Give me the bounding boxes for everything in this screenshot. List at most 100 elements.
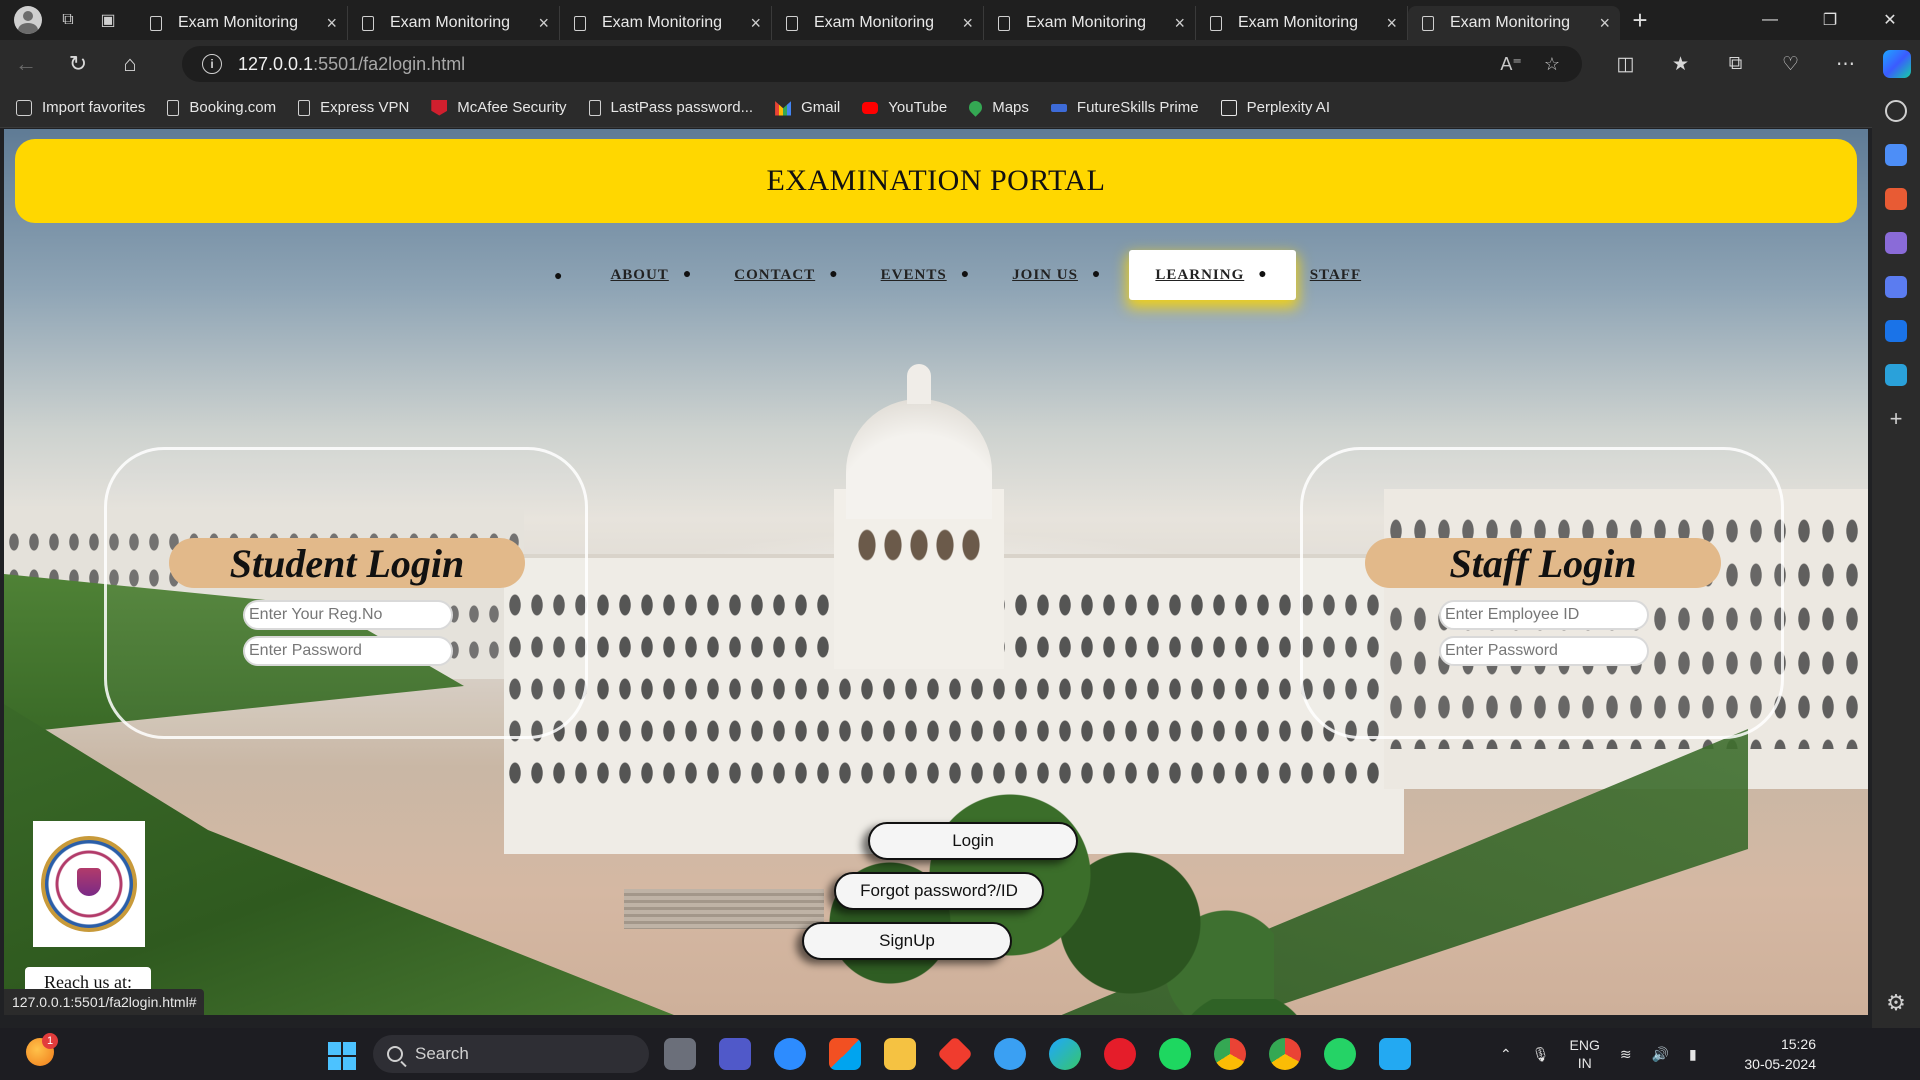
new-tab-button[interactable]: +: [1620, 0, 1660, 40]
chevron-up-icon[interactable]: ⌃: [1500, 1046, 1512, 1063]
signup-button[interactable]: SignUp: [802, 922, 1012, 960]
nav-item-about[interactable]: ABOUT ●: [596, 250, 720, 300]
nav-item-contact[interactable]: CONTACT ●: [720, 250, 866, 300]
browser-tab[interactable]: Exam Monitoring ×: [984, 6, 1196, 40]
taskbar-search-label: Search: [415, 1044, 469, 1063]
home-icon[interactable]: ⌂: [104, 44, 156, 84]
profile-avatar-icon[interactable]: [14, 6, 42, 34]
tab-title: Exam Monitoring: [1238, 14, 1359, 31]
fav-booking[interactable]: Booking.com: [167, 99, 276, 116]
battery-icon[interactable]: ▮: [1689, 1046, 1697, 1063]
whatsapp-icon[interactable]: [1324, 1038, 1356, 1070]
forgot-password-button[interactable]: Forgot password?/ID: [834, 872, 1044, 910]
nav-item-join-us[interactable]: JOIN US ●: [998, 250, 1129, 300]
nav-bullet: ●: [554, 267, 563, 283]
read-aloud-icon[interactable]: A⁼: [1500, 54, 1522, 75]
taskbar-search[interactable]: Search: [373, 1035, 649, 1073]
student-reg-no-input[interactable]: [243, 600, 453, 630]
youtube-icon: [862, 101, 879, 114]
sidebar-shopping-icon[interactable]: [1885, 144, 1907, 166]
staff-password-input[interactable]: [1439, 636, 1649, 666]
browser-tab[interactable]: Exam Monitoring ×: [136, 6, 348, 40]
fav-futureskills[interactable]: FutureSkills Prime: [1050, 99, 1199, 116]
copilot-icon[interactable]: [1883, 50, 1911, 78]
close-tab-icon[interactable]: ×: [538, 13, 549, 34]
tab-title: Exam Monitoring: [1450, 14, 1571, 31]
fav-import[interactable]: Import favorites: [16, 99, 145, 116]
close-tab-icon[interactable]: ×: [1174, 13, 1185, 34]
wifi-icon[interactable]: ≋: [1620, 1046, 1632, 1063]
sidebar-telegram-icon[interactable]: [1885, 364, 1907, 386]
close-tab-icon[interactable]: ×: [326, 13, 337, 34]
close-tab-icon[interactable]: ×: [1599, 13, 1610, 34]
help-icon[interactable]: [994, 1038, 1026, 1070]
sidebar-settings-icon[interactable]: ⚙: [1885, 992, 1907, 1014]
vscode-icon[interactable]: [1379, 1038, 1411, 1070]
fav-gmail[interactable]: Gmail: [775, 99, 840, 116]
nav-item-learning[interactable]: LEARNING ●: [1129, 250, 1296, 300]
refresh-icon[interactable]: ↻: [52, 44, 104, 84]
student-password-input[interactable]: [243, 636, 453, 666]
fav-youtube[interactable]: YouTube: [862, 99, 947, 116]
sidebar-copilot-icon[interactable]: [1885, 276, 1907, 298]
split-screen-icon[interactable]: ◫: [1598, 53, 1653, 76]
close-tab-icon[interactable]: ×: [1386, 13, 1397, 34]
browser-tab-active[interactable]: Exam Monitoring ×: [1408, 6, 1620, 40]
site-info-icon[interactable]: i: [202, 54, 222, 74]
link-status-bar: 127.0.0.1:5501/fa2login.html#: [4, 989, 205, 1015]
address-bar[interactable]: i 127.0.0.1:5501/fa2login.html A⁼ ☆: [182, 46, 1582, 82]
address-toolbar: ← ↻ ⌂ i 127.0.0.1:5501/fa2login.html A⁼ …: [0, 40, 1920, 88]
opera-icon[interactable]: [1104, 1038, 1136, 1070]
volume-icon[interactable]: 🔊: [1652, 1046, 1669, 1063]
minimize-icon[interactable]: —: [1740, 0, 1800, 40]
tab-actions-icon[interactable]: ▣: [88, 0, 128, 40]
clock-date: 30-05-2024: [1744, 1056, 1816, 1072]
sidebar-outlook-icon[interactable]: [1885, 320, 1907, 342]
portal-header: EXAMINATION PORTAL: [15, 139, 1857, 223]
favorites-icon[interactable]: ★: [1653, 53, 1708, 76]
windows-start-icon[interactable]: [328, 1042, 356, 1070]
more-menu-icon[interactable]: ⋯: [1818, 53, 1873, 76]
page-title: EXAMINATION PORTAL: [766, 164, 1106, 197]
close-tab-icon[interactable]: ×: [962, 13, 973, 34]
sidebar-add-icon[interactable]: +: [1885, 408, 1907, 430]
favorite-star-icon[interactable]: ☆: [1544, 54, 1560, 75]
fav-expressvpn[interactable]: Express VPN: [298, 99, 409, 116]
workspaces-icon[interactable]: ⧉: [48, 0, 88, 40]
fav-lastpass[interactable]: LastPass password...: [588, 99, 753, 116]
git-icon[interactable]: [936, 1035, 974, 1073]
staff-employee-id-input[interactable]: [1439, 600, 1649, 630]
zoom-icon[interactable]: [774, 1038, 806, 1070]
sidebar-games-icon[interactable]: [1885, 232, 1907, 254]
collections-icon[interactable]: ⧉: [1708, 53, 1763, 75]
browser-essentials-icon[interactable]: ♡: [1763, 53, 1818, 76]
language-indicator[interactable]: ENG IN: [1570, 1036, 1600, 1072]
close-tab-icon[interactable]: ×: [750, 13, 761, 34]
fav-perplexity[interactable]: Perplexity AI: [1220, 99, 1330, 116]
close-window-icon[interactable]: ✕: [1860, 0, 1920, 40]
restore-icon[interactable]: ❐: [1800, 0, 1860, 40]
login-button[interactable]: Login: [868, 822, 1078, 860]
microphone-icon[interactable]: 🎙: [1532, 1046, 1550, 1063]
nav-item-events[interactable]: EVENTS ●: [867, 250, 999, 300]
browser-tab[interactable]: Exam Monitoring ×: [560, 6, 772, 40]
back-arrow-icon[interactable]: ←: [0, 44, 52, 84]
chrome-profile-icon[interactable]: [1269, 1038, 1301, 1070]
nav-item-staff[interactable]: STAFF: [1296, 250, 1375, 300]
spotify-icon[interactable]: [1159, 1038, 1191, 1070]
chrome-icon[interactable]: [1214, 1038, 1246, 1070]
file-explorer-icon[interactable]: [884, 1038, 916, 1070]
fav-maps[interactable]: Maps: [966, 98, 1029, 117]
taskbar-clock[interactable]: 15:26 30-05-2024: [1734, 1034, 1816, 1074]
edge-icon[interactable]: [1049, 1038, 1081, 1070]
sidebar-search-icon[interactable]: [1885, 100, 1907, 122]
fav-label: Express VPN: [320, 99, 410, 116]
browser-tab[interactable]: Exam Monitoring ×: [1196, 6, 1408, 40]
task-view-icon[interactable]: [664, 1038, 696, 1070]
fav-mcafee[interactable]: McAfee Security: [431, 99, 567, 116]
microsoft-store-icon[interactable]: [829, 1038, 861, 1070]
sidebar-tools-icon[interactable]: [1885, 188, 1907, 210]
browser-tab[interactable]: Exam Monitoring ×: [772, 6, 984, 40]
browser-tab[interactable]: Exam Monitoring ×: [348, 6, 560, 40]
teams-icon[interactable]: [719, 1038, 751, 1070]
